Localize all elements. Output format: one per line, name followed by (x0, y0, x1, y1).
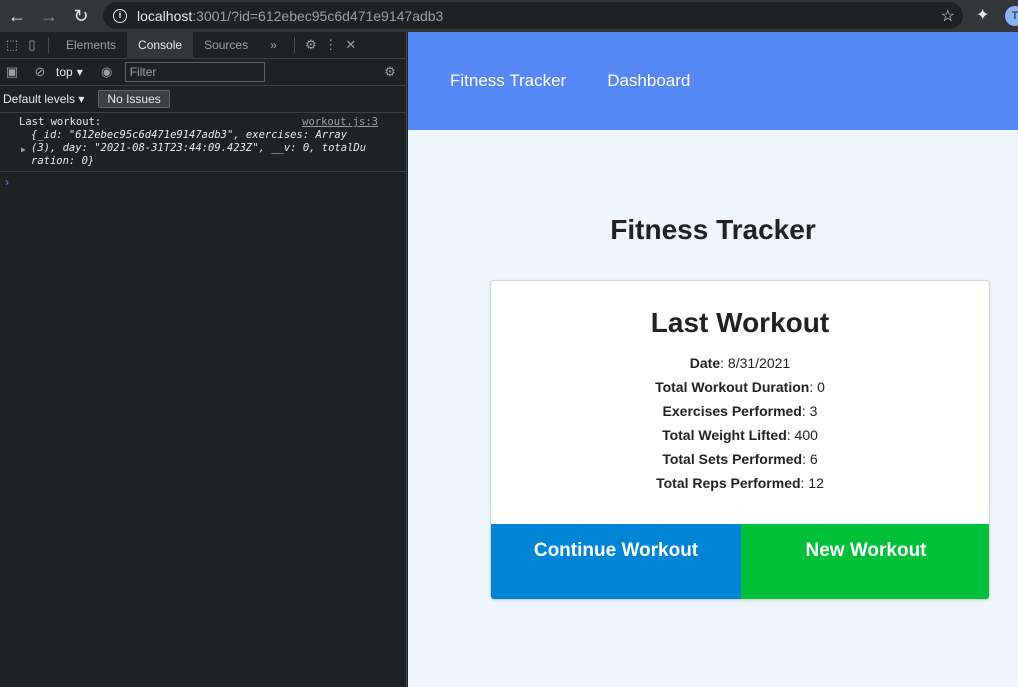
extensions-puzzle-icon[interactable]: ✦ (976, 5, 989, 25)
divider (293, 37, 295, 53)
more-tabs-icon[interactable]: » (259, 32, 288, 59)
close-icon[interactable]: ✕ (341, 35, 361, 55)
url-host: localhost (137, 7, 193, 24)
stat-value: : 0 (809, 379, 825, 395)
device-toggle-icon[interactable]: ▯ (22, 35, 42, 55)
back-icon[interactable]: ← (4, 3, 30, 29)
stat-sets: Total Sets Performed: 6 (491, 447, 989, 471)
stat-value: : 12 (800, 475, 824, 491)
workout-stats: Date: 8/31/2021 Total Workout Duration: … (491, 351, 989, 495)
log-object-line1[interactable]: {_id: "612ebec95c6d471e9147adb3", exerci… (19, 129, 378, 142)
page-viewport: Fitness Tracker Dashboard Fitness Tracke… (408, 32, 1018, 687)
sidebar-toggle-icon[interactable]: ▣ (2, 62, 22, 82)
filter-input[interactable]: Filter (124, 62, 265, 82)
stat-value: : 400 (786, 427, 818, 443)
divider (48, 37, 49, 53)
console-settings-gear-icon[interactable]: ⚙ (380, 62, 400, 82)
log-levels-dropdown[interactable]: Default levels ▾ (3, 92, 84, 106)
stat-value: : 6 (802, 451, 818, 467)
new-workout-button[interactable]: New Workout (741, 524, 989, 599)
address-bar[interactable]: i localhost:3001/?id=612ebec95c6d471e914… (103, 2, 963, 29)
stat-exercises: Exercises Performed: 3 (491, 399, 989, 423)
stat-duration: Total Workout Duration: 0 (491, 375, 989, 399)
settings-gear-icon[interactable]: ⚙ (301, 35, 321, 55)
reload-icon[interactable]: ↻ (68, 3, 94, 29)
devtools-panel: ⬚ ▯ Elements Console Sources » ⚙ ⋮ ✕ ▣ ⊘… (0, 31, 407, 687)
clear-console-icon[interactable]: ⊘ (30, 62, 50, 82)
inspect-element-icon[interactable]: ⬚ (2, 35, 22, 55)
stat-label: Date (689, 355, 721, 371)
devtools-tabbar: ⬚ ▯ Elements Console Sources » ⚙ ⋮ ✕ (0, 31, 406, 59)
card-title: Last Workout (650, 307, 830, 338)
stat-label: Total Weight Lifted (662, 427, 787, 443)
stat-weight: Total Weight Lifted: 400 (491, 423, 989, 447)
log-object-line2: (3), day: "2021-08-31T23:44:09.423Z", __… (31, 142, 367, 154)
levels-toolbar: Default levels ▾ No Issues (0, 86, 406, 113)
issues-button[interactable]: No Issues (98, 90, 170, 108)
live-expression-eye-icon[interactable]: ◉ (97, 62, 117, 82)
context-label: top (56, 65, 73, 79)
nav-link-fitness-tracker[interactable]: Fitness Tracker (450, 71, 566, 91)
dropdown-arrow-icon: ▾ (78, 92, 85, 106)
stat-reps: Total Reps Performed: 12 (491, 471, 989, 495)
card-actions: Continue Workout New Workout (491, 524, 989, 599)
console-log-entry: Last workout: workout.js:3 {_id: "612ebe… (0, 113, 406, 172)
site-navbar: Fitness Tracker Dashboard (408, 32, 1018, 130)
log-source-link[interactable]: workout.js:3 (302, 116, 378, 129)
tab-sources[interactable]: Sources (193, 32, 259, 59)
last-workout-card: Last Workout Date: 8/31/2021 Total Worko… (490, 280, 990, 600)
kebab-menu-icon[interactable]: ⋮ (321, 35, 341, 55)
console-prompt-icon[interactable]: › (0, 172, 406, 189)
expand-triangle-icon[interactable]: ▶ (21, 143, 26, 156)
stat-label: Exercises Performed (662, 403, 802, 419)
nav-link-dashboard[interactable]: Dashboard (607, 71, 690, 91)
log-object-line3: ration: 0} (31, 155, 95, 167)
console-toolbar: ▣ ⊘ top ▾ ◉ Filter ⚙ (0, 59, 406, 86)
url-path: :3001/?id=612ebec95c6d471e9147adb3 (192, 7, 444, 24)
browser-toolbar: ← → ↻ i localhost:3001/?id=612ebec95c6d4… (0, 0, 1018, 32)
stat-label: Total Sets Performed (662, 451, 803, 467)
info-icon[interactable]: i (113, 8, 127, 23)
forward-icon[interactable]: → (36, 3, 62, 29)
stat-label: Total Workout Duration (655, 379, 810, 395)
continue-workout-button[interactable]: Continue Workout (491, 524, 741, 599)
tab-elements[interactable]: Elements (55, 32, 127, 59)
page-title: Fitness Tracker (610, 214, 816, 245)
dropdown-arrow-icon: ▾ (76, 65, 83, 79)
url-text: localhost:3001/?id=612ebec95c6d471e9147a… (137, 8, 443, 24)
stat-label: Total Reps Performed (656, 475, 801, 491)
stat-value: : 3 (801, 403, 818, 419)
context-selector[interactable]: top ▾ (56, 65, 83, 79)
bookmark-star-icon[interactable]: ☆ (941, 6, 955, 26)
profile-avatar[interactable]: T (1005, 6, 1018, 26)
stat-value: : 8/31/2021 (720, 355, 791, 371)
log-levels-label: Default levels (3, 92, 76, 106)
tab-console[interactable]: Console (127, 31, 194, 59)
stat-date: Date: 8/31/2021 (491, 351, 989, 375)
